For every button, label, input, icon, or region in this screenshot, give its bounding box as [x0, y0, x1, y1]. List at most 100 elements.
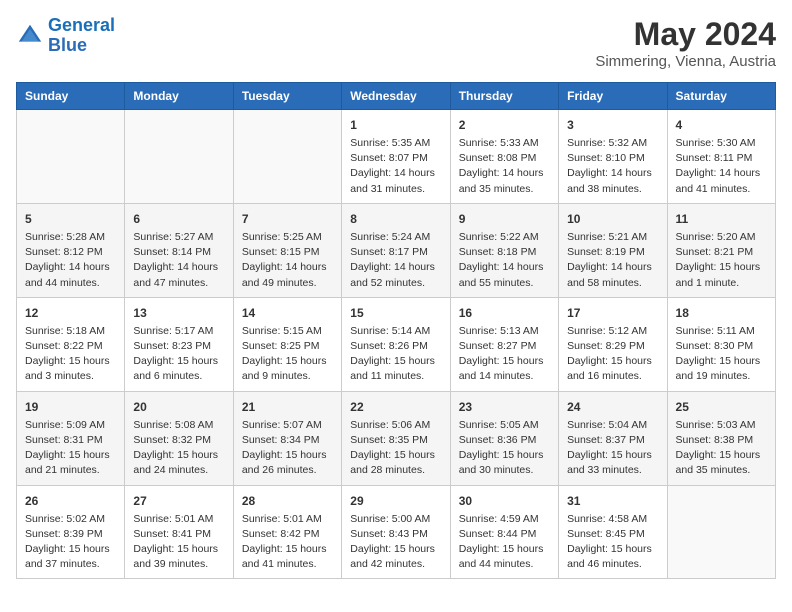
day-info: Sunrise: 5:12 AM Sunset: 8:29 PM Dayligh… — [567, 324, 658, 385]
day-info: Sunrise: 5:27 AM Sunset: 8:14 PM Dayligh… — [133, 230, 224, 291]
weekday-header-monday: Monday — [125, 83, 233, 110]
logo: General Blue — [16, 16, 115, 56]
calendar-cell: 4 Sunrise: 5:30 AM Sunset: 8:11 PM Daylig… — [667, 110, 775, 204]
day-info: Sunrise: 5:28 AM Sunset: 8:12 PM Dayligh… — [25, 230, 116, 291]
logo-line1: General — [48, 15, 115, 35]
calendar-cell: 16 Sunrise: 5:13 AM Sunset: 8:27 PM Dayli… — [450, 297, 558, 391]
day-number: 13 — [133, 304, 224, 322]
calendar-cell: 31 Sunrise: 4:58 AM Sunset: 8:45 PM Dayli… — [559, 485, 667, 579]
day-info: Sunrise: 5:02 AM Sunset: 8:39 PM Dayligh… — [25, 512, 116, 573]
calendar-cell: 8 Sunrise: 5:24 AM Sunset: 8:17 PM Daylig… — [342, 203, 450, 297]
weekday-header-saturday: Saturday — [667, 83, 775, 110]
day-number: 10 — [567, 210, 658, 228]
day-number: 29 — [350, 492, 441, 510]
day-number: 28 — [242, 492, 333, 510]
day-number: 27 — [133, 492, 224, 510]
day-info: Sunrise: 5:05 AM Sunset: 8:36 PM Dayligh… — [459, 418, 550, 479]
day-info: Sunrise: 5:04 AM Sunset: 8:37 PM Dayligh… — [567, 418, 658, 479]
calendar-cell — [125, 110, 233, 204]
day-info: Sunrise: 5:09 AM Sunset: 8:31 PM Dayligh… — [25, 418, 116, 479]
week-row-4: 19 Sunrise: 5:09 AM Sunset: 8:31 PM Dayli… — [17, 391, 776, 485]
calendar-cell: 12Sunrise: 5:18 AM Sunset: 8:22 PM Dayli… — [17, 297, 125, 391]
day-number: 26 — [25, 492, 116, 510]
day-number: 1 — [350, 116, 441, 134]
day-number: 30 — [459, 492, 550, 510]
calendar-cell: 1 Sunrise: 5:35 AM Sunset: 8:07 PM Daylig… — [342, 110, 450, 204]
month-title: May 2024 — [595, 16, 776, 53]
day-number: 8 — [350, 210, 441, 228]
day-info: Sunrise: 4:58 AM Sunset: 8:45 PM Dayligh… — [567, 512, 658, 573]
calendar-cell: 6Sunrise: 5:27 AM Sunset: 8:14 PM Daylig… — [125, 203, 233, 297]
week-row-5: 26 Sunrise: 5:02 AM Sunset: 8:39 PM Dayli… — [17, 485, 776, 579]
day-number: 5 — [25, 210, 116, 228]
week-row-2: 5 Sunrise: 5:28 AM Sunset: 8:12 PM Daylig… — [17, 203, 776, 297]
day-number: 9 — [459, 210, 550, 228]
calendar-cell: 2 Sunrise: 5:33 AM Sunset: 8:08 PM Daylig… — [450, 110, 558, 204]
day-info: Sunrise: 5:00 AM Sunset: 8:43 PM Dayligh… — [350, 512, 441, 573]
calendar-cell: 25Sunrise: 5:03 AM Sunset: 8:38 PM Dayli… — [667, 391, 775, 485]
logo-text: General Blue — [48, 16, 115, 56]
calendar-cell: 19 Sunrise: 5:09 AM Sunset: 8:31 PM Dayli… — [17, 391, 125, 485]
calendar-cell: 17 Sunrise: 5:12 AM Sunset: 8:29 PM Dayli… — [559, 297, 667, 391]
page-header: General Blue May 2024 Simmering, Vienna,… — [16, 16, 776, 70]
calendar-cell: 10 Sunrise: 5:21 AM Sunset: 8:19 PM Dayli… — [559, 203, 667, 297]
day-info: Sunrise: 5:17 AM Sunset: 8:23 PM Dayligh… — [133, 324, 224, 385]
calendar-cell: 26 Sunrise: 5:02 AM Sunset: 8:39 PM Dayli… — [17, 485, 125, 579]
calendar-cell: 22 Sunrise: 5:06 AM Sunset: 8:35 PM Dayli… — [342, 391, 450, 485]
calendar-cell: 18Sunrise: 5:11 AM Sunset: 8:30 PM Dayli… — [667, 297, 775, 391]
day-number: 4 — [676, 116, 767, 134]
calendar-cell: 24 Sunrise: 5:04 AM Sunset: 8:37 PM Dayli… — [559, 391, 667, 485]
calendar-cell: 21 Sunrise: 5:07 AM Sunset: 8:34 PM Dayli… — [233, 391, 341, 485]
day-number: 19 — [25, 398, 116, 416]
calendar-cell — [667, 485, 775, 579]
week-row-1: 1 Sunrise: 5:35 AM Sunset: 8:07 PM Daylig… — [17, 110, 776, 204]
day-info: Sunrise: 5:24 AM Sunset: 8:17 PM Dayligh… — [350, 230, 441, 291]
day-number: 3 — [567, 116, 658, 134]
day-number: 24 — [567, 398, 658, 416]
day-number: 21 — [242, 398, 333, 416]
day-number: 12 — [25, 304, 116, 322]
day-info: Sunrise: 5:20 AM Sunset: 8:21 PM Dayligh… — [676, 230, 767, 291]
calendar-cell: 28 Sunrise: 5:01 AM Sunset: 8:42 PM Dayli… — [233, 485, 341, 579]
weekday-header-thursday: Thursday — [450, 83, 558, 110]
day-number: 22 — [350, 398, 441, 416]
day-info: Sunrise: 5:22 AM Sunset: 8:18 PM Dayligh… — [459, 230, 550, 291]
calendar-cell: 7Sunrise: 5:25 AM Sunset: 8:15 PM Daylig… — [233, 203, 341, 297]
day-number: 2 — [459, 116, 550, 134]
weekday-header-wednesday: Wednesday — [342, 83, 450, 110]
day-info: Sunrise: 4:59 AM Sunset: 8:44 PM Dayligh… — [459, 512, 550, 573]
day-info: Sunrise: 5:01 AM Sunset: 8:42 PM Dayligh… — [242, 512, 333, 573]
day-info: Sunrise: 5:25 AM Sunset: 8:15 PM Dayligh… — [242, 230, 333, 291]
day-number: 14 — [242, 304, 333, 322]
day-info: Sunrise: 5:33 AM Sunset: 8:08 PM Dayligh… — [459, 136, 550, 197]
day-info: Sunrise: 5:01 AM Sunset: 8:41 PM Dayligh… — [133, 512, 224, 573]
weekday-header-tuesday: Tuesday — [233, 83, 341, 110]
day-info: Sunrise: 5:30 AM Sunset: 8:11 PM Dayligh… — [676, 136, 767, 197]
day-info: Sunrise: 5:07 AM Sunset: 8:34 PM Dayligh… — [242, 418, 333, 479]
day-info: Sunrise: 5:06 AM Sunset: 8:35 PM Dayligh… — [350, 418, 441, 479]
calendar-cell — [17, 110, 125, 204]
day-info: Sunrise: 5:15 AM Sunset: 8:25 PM Dayligh… — [242, 324, 333, 385]
calendar-cell: 15Sunrise: 5:14 AM Sunset: 8:26 PM Dayli… — [342, 297, 450, 391]
day-number: 16 — [459, 304, 550, 322]
day-number: 20 — [133, 398, 224, 416]
day-number: 17 — [567, 304, 658, 322]
calendar-cell: 5 Sunrise: 5:28 AM Sunset: 8:12 PM Daylig… — [17, 203, 125, 297]
day-info: Sunrise: 5:13 AM Sunset: 8:27 PM Dayligh… — [459, 324, 550, 385]
day-number: 23 — [459, 398, 550, 416]
logo-icon — [16, 22, 44, 50]
day-info: Sunrise: 5:03 AM Sunset: 8:38 PM Dayligh… — [676, 418, 767, 479]
day-info: Sunrise: 5:21 AM Sunset: 8:19 PM Dayligh… — [567, 230, 658, 291]
calendar-cell: 3 Sunrise: 5:32 AM Sunset: 8:10 PM Daylig… — [559, 110, 667, 204]
logo-line2: Blue — [48, 35, 87, 55]
day-info: Sunrise: 5:35 AM Sunset: 8:07 PM Dayligh… — [350, 136, 441, 197]
day-number: 31 — [567, 492, 658, 510]
weekday-header-friday: Friday — [559, 83, 667, 110]
calendar-cell: 27 Sunrise: 5:01 AM Sunset: 8:41 PM Dayli… — [125, 485, 233, 579]
calendar-cell: 14 Sunrise: 5:15 AM Sunset: 8:25 PM Dayli… — [233, 297, 341, 391]
day-info: Sunrise: 5:14 AM Sunset: 8:26 PM Dayligh… — [350, 324, 441, 385]
day-info: Sunrise: 5:32 AM Sunset: 8:10 PM Dayligh… — [567, 136, 658, 197]
day-number: 11 — [676, 210, 767, 228]
day-info: Sunrise: 5:11 AM Sunset: 8:30 PM Dayligh… — [676, 324, 767, 385]
calendar-cell: 13 Sunrise: 5:17 AM Sunset: 8:23 PM Dayli… — [125, 297, 233, 391]
